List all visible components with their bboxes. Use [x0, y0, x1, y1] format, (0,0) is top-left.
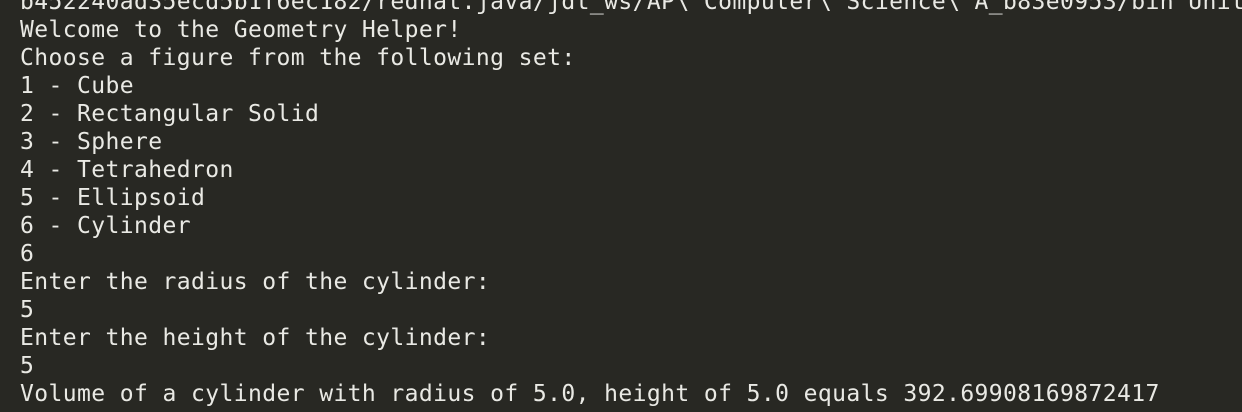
menu-option-rectangular-solid: 2 - Rectangular Solid [20, 101, 320, 127]
menu-option-cube: 1 - Cube [20, 73, 134, 99]
terminal-output: b452240ad35ecd5b1f6ec182/redhat.java/jdt… [20, 0, 1242, 408]
menu-option-sphere: 3 - Sphere [20, 129, 163, 155]
volume-result-line: Volume of a cylinder with radius of 5.0,… [20, 381, 1160, 407]
user-input-radius: 5 [20, 297, 35, 323]
terminal-window[interactable]: b452240ad35ecd5b1f6ec182/redhat.java/jdt… [0, 0, 1242, 412]
height-prompt-line: Enter the height of the cylinder: [20, 325, 491, 351]
user-input-height: 5 [20, 353, 35, 379]
menu-option-tetrahedron: 4 - Tetrahedron [20, 157, 234, 183]
menu-option-ellipsoid: 5 - Ellipsoid [20, 185, 206, 211]
menu-option-cylinder: 6 - Cylinder [20, 213, 191, 239]
welcome-line: Welcome to the Geometry Helper! [20, 17, 462, 43]
prompt-line: Choose a figure from the following set: [20, 45, 576, 71]
command-path-line: b452240ad35ecd5b1f6ec182/redhat.java/jdt… [20, 0, 1242, 15]
radius-prompt-line: Enter the radius of the cylinder: [20, 269, 491, 295]
user-input-choice: 6 [20, 241, 35, 267]
